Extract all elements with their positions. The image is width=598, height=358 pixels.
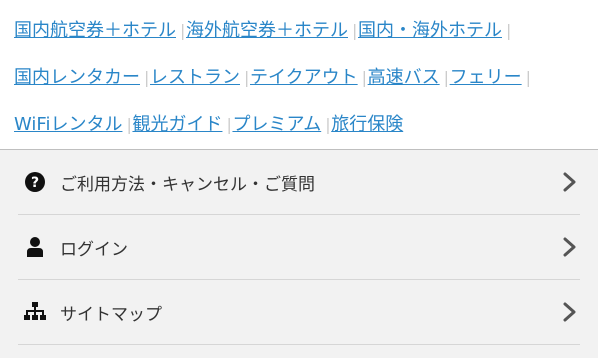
separator: | <box>226 115 232 134</box>
separator: | <box>506 21 512 40</box>
separator: | <box>244 68 250 87</box>
menu-item-label: ご利用方法・キャンセル・ご質問 <box>60 174 315 195</box>
separator: | <box>144 68 150 87</box>
separator: | <box>126 115 132 134</box>
separator: | <box>443 68 450 87</box>
link-restaurant[interactable]: レストラン <box>150 66 240 90</box>
separator: | <box>180 21 186 40</box>
chevron-right-icon <box>563 172 576 192</box>
svg-text:?: ? <box>31 175 39 191</box>
separator: | <box>325 115 331 134</box>
chevron-right-icon <box>563 237 576 257</box>
menu-item-help[interactable]: ? ご利用方法・キャンセル・ご質問 <box>18 150 580 215</box>
link-row-2: 国内レンタカー | レストラン | テイクアウト | 高速バス | フェリー | <box>14 54 598 101</box>
link-ferry[interactable]: フェリー <box>450 66 522 90</box>
menu-item-sitemap[interactable]: サイトマップ <box>18 280 580 345</box>
link-highway-bus[interactable]: 高速バス <box>368 66 440 90</box>
sitemap-icon <box>24 301 46 323</box>
separator: | <box>352 21 358 40</box>
link-hotels[interactable]: 国内・海外ホテル <box>358 19 502 43</box>
service-links: 国内航空券＋ホテル | 海外航空券＋ホテル | 国内・海外ホテル | 国内レンタ… <box>0 0 598 150</box>
link-row-3: WiFiレンタル | 観光ガイド | プレミアム | 旅行保険 <box>14 101 598 148</box>
link-travel-insurance[interactable]: 旅行保険 <box>331 113 403 137</box>
link-rental-car[interactable]: 国内レンタカー <box>14 66 140 90</box>
link-premium[interactable]: プレミアム <box>232 113 321 137</box>
separator: | <box>525 68 532 87</box>
menu-item-login[interactable]: ログイン <box>18 215 580 280</box>
user-icon <box>24 236 46 258</box>
question-circle-icon: ? <box>24 171 46 193</box>
link-takeout[interactable]: テイクアウト <box>250 66 358 90</box>
footer-menu: ? ご利用方法・キャンセル・ご質問 ログイン サイトマップ <box>0 150 598 358</box>
menu-item-label: ログイン <box>60 239 128 260</box>
link-overseas-flight-hotel[interactable]: 海外航空券＋ホテル <box>186 19 348 43</box>
chevron-right-icon <box>563 302 576 322</box>
separator: | <box>361 68 368 87</box>
link-domestic-flight-hotel[interactable]: 国内航空券＋ホテル <box>14 19 176 43</box>
link-row-1: 国内航空券＋ホテル | 海外航空券＋ホテル | 国内・海外ホテル | <box>14 7 598 54</box>
link-sightseeing-guide[interactable]: 観光ガイド <box>132 113 222 137</box>
menu-item-label: サイトマップ <box>60 304 162 325</box>
link-wifi-rental[interactable]: WiFiレンタル <box>14 113 122 137</box>
